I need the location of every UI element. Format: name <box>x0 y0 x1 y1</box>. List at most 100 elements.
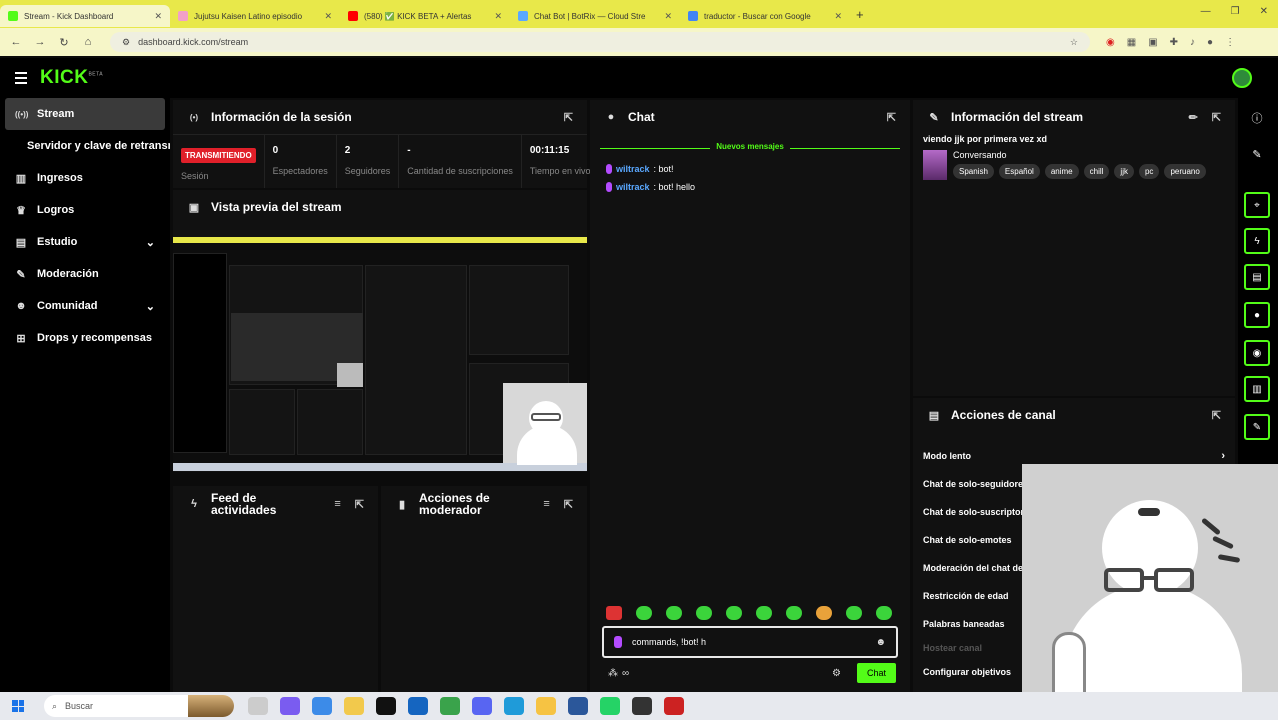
restore-icon[interactable]: ❐ <box>1231 6 1240 17</box>
home-icon[interactable]: ⌂ <box>76 36 100 48</box>
action-label: Palabras baneadas <box>923 619 1005 629</box>
task-view-icon[interactable] <box>248 697 268 715</box>
browser-tabbar: Stream - Kick Dashboard ✕ Jujutsu Kaisen… <box>0 0 1278 28</box>
copilot-icon[interactable] <box>312 697 332 715</box>
broadcast-icon[interactable]: ◉ <box>1244 340 1270 366</box>
gear-icon[interactable]: ⚙ <box>832 668 841 679</box>
tab-jjk[interactable]: Jujutsu Kaisen Latino episodio ✕ <box>170 5 340 27</box>
bolt-icon[interactable]: ϟ <box>1244 228 1270 254</box>
focus-icon[interactable]: ⌖ <box>1244 192 1270 218</box>
popout-icon[interactable]: ⇱ <box>564 498 573 511</box>
close-window-icon[interactable]: ✕ <box>1260 6 1268 17</box>
chrome-icon[interactable] <box>536 697 556 715</box>
chat-input[interactable]: commands, !bot! h ☻ <box>602 626 898 658</box>
popout-icon[interactable]: ⇱ <box>355 498 364 511</box>
taskbar-search[interactable]: ⌕ Buscar <box>44 695 234 717</box>
back-icon[interactable]: ← <box>4 36 28 48</box>
popout-icon[interactable]: ⇱ <box>1212 409 1221 422</box>
popout-icon[interactable]: ⇱ <box>1212 111 1221 124</box>
document-icon[interactable]: ▤ <box>1244 264 1270 290</box>
popout-icon[interactable]: ⇱ <box>887 111 896 124</box>
server-icon[interactable]: ▥ <box>1244 376 1270 402</box>
sidebar-item-stream[interactable]: ((•)) Stream <box>5 98 165 130</box>
tiktok-icon[interactable] <box>376 697 396 715</box>
user-stack-icon[interactable]: ⁂ <box>608 668 618 679</box>
chat-username[interactable]: wiltrack <box>616 182 650 192</box>
pencil-icon[interactable]: ✎ <box>1244 148 1270 168</box>
tab-youtube[interactable]: (580) ✅ KICK BETA + Alertas ✕ <box>340 5 510 27</box>
chat-bubble-icon[interactable]: ● <box>1244 302 1270 328</box>
emote-icon[interactable] <box>876 606 892 620</box>
media-icon[interactable]: ♪ <box>1190 37 1195 48</box>
tab-google[interactable]: traductor - Buscar con Google ✕ <box>680 5 850 27</box>
stream-preview-video[interactable] <box>173 237 587 471</box>
emote-icon[interactable] <box>696 606 712 620</box>
emote-icon[interactable] <box>846 606 862 620</box>
tab-botrix[interactable]: Chat Bot | BotRix — Cloud Stre ✕ <box>510 5 680 27</box>
sidebar-item-comunidad[interactable]: ☻ Comunidad ⌄ <box>5 290 165 322</box>
obs-icon[interactable] <box>632 697 652 715</box>
windows-start-icon[interactable] <box>12 700 24 712</box>
outlook-icon[interactable] <box>408 697 428 715</box>
chat-message[interactable]: wiltrack : bot! hello <box>590 178 910 196</box>
site-info-icon[interactable]: ⚙ <box>122 37 130 48</box>
new-tab-icon[interactable]: + <box>856 7 864 22</box>
emote-icon[interactable] <box>666 606 682 620</box>
popout-icon[interactable]: ⇱ <box>564 111 573 124</box>
emote-icon[interactable] <box>816 606 832 620</box>
sidebar-item-moderacion[interactable]: ✎ Moderación <box>5 258 165 290</box>
close-tab-icon[interactable]: ✕ <box>834 11 842 22</box>
chat-text: : bot! <box>653 164 674 174</box>
app-icon[interactable] <box>664 697 684 715</box>
extension-icon[interactable]: ▦ <box>1127 37 1136 48</box>
extension-icon[interactable]: ▣ <box>1148 37 1157 48</box>
action-label: Modo lento <box>923 451 971 461</box>
close-tab-icon[interactable]: ✕ <box>664 11 672 22</box>
menu-icon[interactable]: ⋮ <box>1225 37 1235 48</box>
sidebar-item-server-key[interactable]: Servidor y clave de retransmisión <box>5 130 170 162</box>
minimize-icon[interactable]: — <box>1201 6 1211 17</box>
app-icon[interactable] <box>440 697 460 715</box>
tab-kick-dashboard[interactable]: Stream - Kick Dashboard ✕ <box>0 5 170 27</box>
tag-list: Spanish Español anime chill jjk pc perua… <box>953 164 1206 179</box>
close-tab-icon[interactable]: ✕ <box>154 11 162 22</box>
forward-icon[interactable]: → <box>28 36 52 48</box>
edit-icon[interactable]: ✏ <box>1189 111 1198 124</box>
filter-icon[interactable]: ≡ <box>543 498 549 511</box>
sidebar-item-estudio[interactable]: ▤ Estudio ⌄ <box>5 226 165 258</box>
send-chat-button[interactable]: Chat <box>856 663 896 683</box>
emote-icon[interactable] <box>636 606 652 620</box>
new-messages-divider[interactable]: Nuevos mensajes <box>600 142 900 154</box>
sidebar-item-logros[interactable]: ♛ Logros <box>5 194 165 226</box>
reload-icon[interactable]: ↻ <box>52 36 76 49</box>
wrench-icon[interactable]: ✎ <box>1244 414 1270 440</box>
chat-username[interactable]: wiltrack <box>616 164 650 174</box>
emote-icon[interactable] <box>606 606 622 620</box>
emote-icon[interactable] <box>756 606 772 620</box>
chat-message[interactable]: wiltrack : bot! <box>590 160 910 178</box>
hamburger-menu-icon[interactable] <box>15 72 27 84</box>
copilot-icon[interactable] <box>280 697 300 715</box>
word-icon[interactable] <box>568 697 588 715</box>
sidebar-item-drops[interactable]: ⊞ Drops y recompensas <box>5 322 165 354</box>
edge-icon[interactable] <box>504 697 524 715</box>
opera-extension-icon[interactable]: ◉ <box>1106 37 1115 48</box>
filter-icon[interactable]: ≡ <box>334 498 340 511</box>
kick-logo[interactable]: KICKBETA <box>40 67 103 89</box>
bookmark-star-icon[interactable]: ☆ <box>1070 37 1078 48</box>
emote-icon[interactable] <box>786 606 802 620</box>
whatsapp-icon[interactable] <box>600 697 620 715</box>
url-input[interactable]: ⚙ dashboard.kick.com/stream ☆ <box>110 32 1090 52</box>
puzzle-icon[interactable]: ✚ <box>1170 37 1178 48</box>
close-tab-icon[interactable]: ✕ <box>324 11 332 22</box>
emoji-picker-icon[interactable]: ☻ <box>875 637 886 648</box>
user-avatar[interactable] <box>1232 68 1252 88</box>
gift-icon: ⊞ <box>16 332 26 345</box>
profile-icon[interactable]: ● <box>1207 37 1213 48</box>
sidebar-item-ingresos[interactable]: ▥ Ingresos <box>5 162 165 194</box>
discord-icon[interactable] <box>472 697 492 715</box>
close-tab-icon[interactable]: ✕ <box>494 11 502 22</box>
info-icon[interactable]: ⓘ <box>1244 110 1270 130</box>
file-explorer-icon[interactable] <box>344 697 364 715</box>
emote-icon[interactable] <box>726 606 742 620</box>
